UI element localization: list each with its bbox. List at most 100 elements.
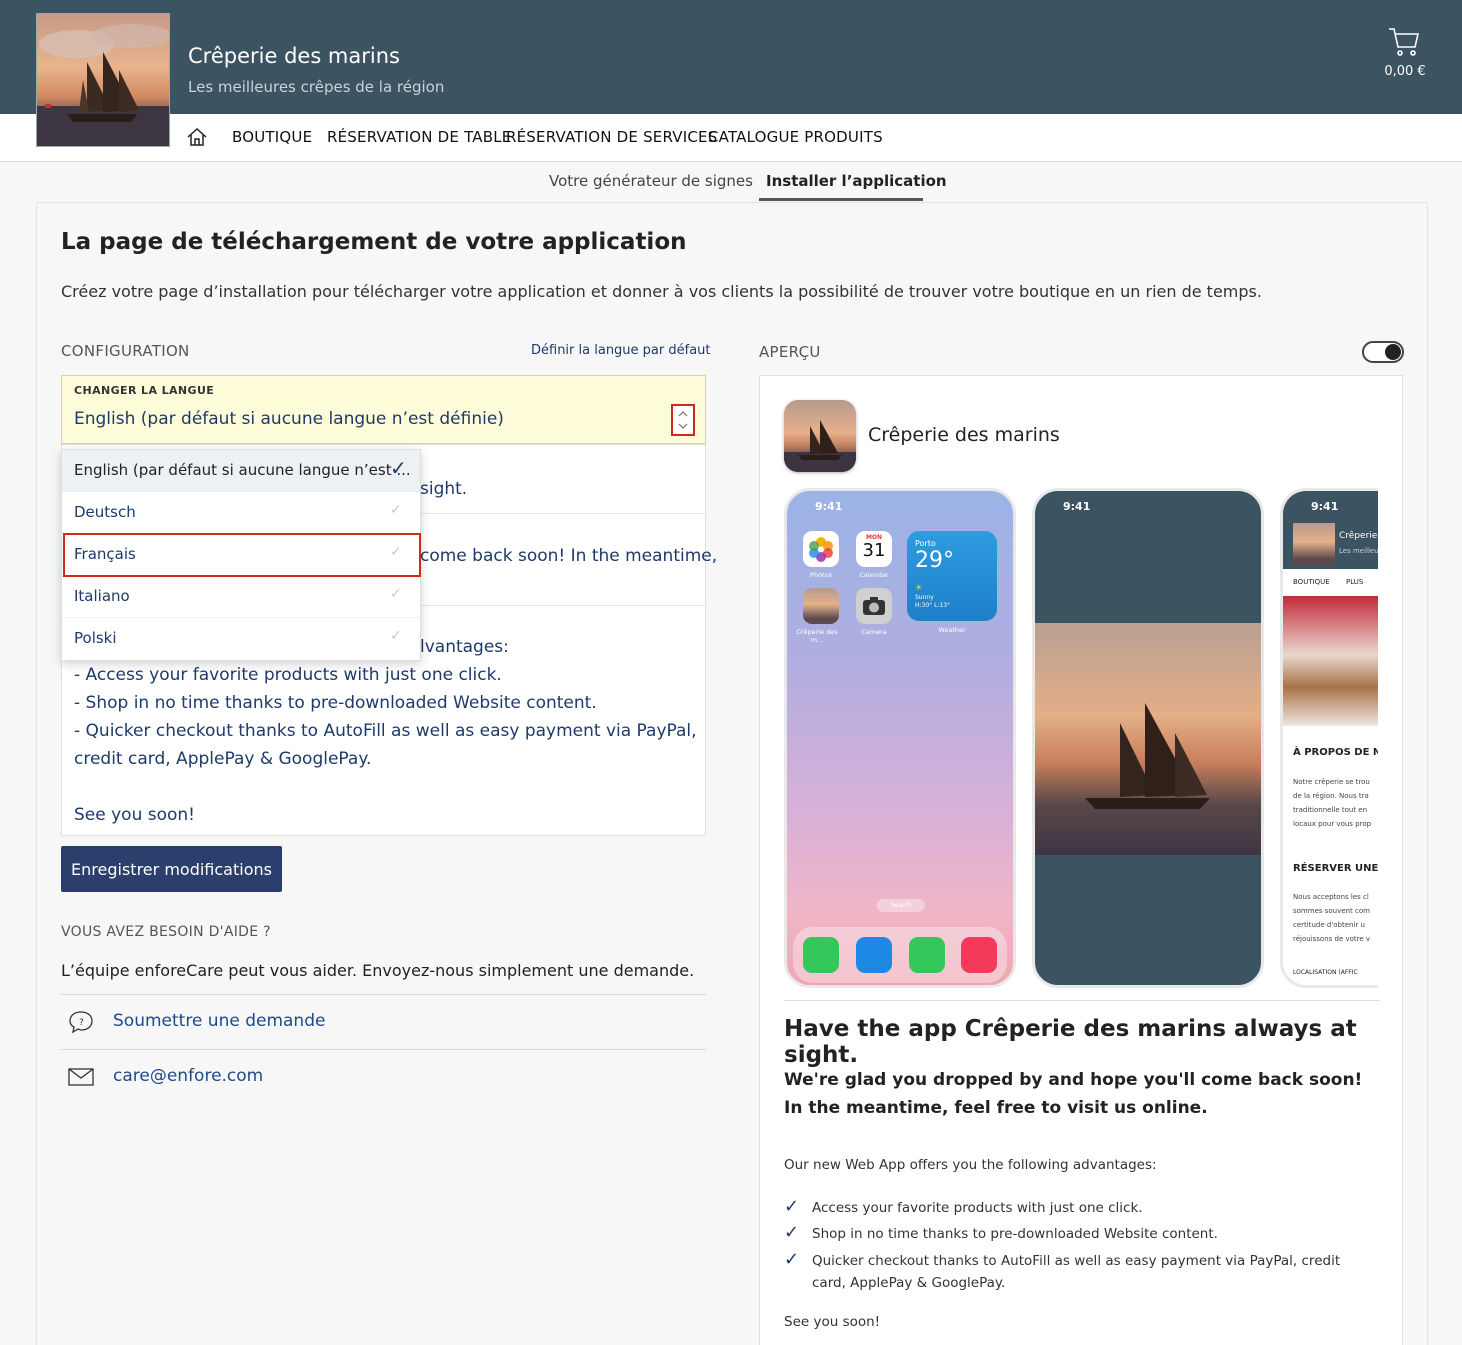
search-pill: Search: [877, 899, 925, 912]
web-text: de la région. Nous tra: [1293, 792, 1369, 800]
web-nav-boutique: BOUTIQUE: [1293, 578, 1330, 586]
preview-intro: Our new Web App offers you the following…: [784, 1157, 1157, 1173]
active-tab-indicator: [759, 198, 923, 201]
platform-toggle[interactable]: [1362, 341, 1404, 363]
calendar-day: 31: [862, 540, 886, 561]
check-icon: ✓: [390, 586, 402, 602]
weather-desc: Sunny: [915, 594, 934, 601]
nav-table-reservation[interactable]: RÉSERVATION DE TABLE: [327, 128, 511, 146]
weather-range: H:30° L:13°: [915, 602, 951, 609]
check-icon: ✓: [784, 1196, 800, 1217]
option-label: Polski: [74, 629, 117, 647]
text-line: sight.: [420, 479, 468, 499]
app-shortcut-icon: [803, 588, 839, 624]
apple-icon: [1385, 344, 1401, 360]
text-line: lvantages:: [420, 637, 509, 657]
weather-temp: 29°: [915, 548, 954, 573]
dock: [793, 927, 1007, 983]
cart-icon[interactable]: [1380, 26, 1428, 62]
web-text: Notre crêperie se trou: [1293, 778, 1370, 786]
weather-city: Porto: [915, 539, 936, 548]
calendar-label: Calendar: [859, 571, 889, 579]
photos-label: Photos: [810, 571, 832, 579]
web-logo: [1293, 523, 1335, 565]
preview-panel: Crêperie des marins 9:41 Photos MON 31 C…: [759, 375, 1403, 1345]
language-option-polski[interactable]: Polski ✓: [62, 618, 420, 660]
option-label: English (par défaut si aucune langue n’e…: [74, 461, 411, 479]
highlight-box: [63, 533, 421, 577]
check-icon: ✓: [390, 456, 407, 480]
nav-boutique[interactable]: BOUTIQUE: [232, 128, 312, 146]
language-option-english[interactable]: English (par défaut si aucune langue n’e…: [62, 450, 420, 492]
phone-splash-screen: 9:41: [1032, 488, 1264, 988]
text-line: credit card, ApplePay & GooglePay.: [74, 749, 372, 769]
language-option-deutsch[interactable]: Deutsch ✓: [62, 492, 420, 534]
preview-subheading: We're glad you dropped by and hope you'l…: [784, 1070, 1363, 1118]
shop-subtitle: Les meilleures crêpes de la région: [188, 78, 445, 96]
text-line: come back soon! In the meantime,: [420, 546, 718, 566]
camera-icon: [856, 588, 892, 624]
web-nav-plus: PLUS: [1346, 578, 1364, 586]
weather-label: Weather: [938, 626, 966, 634]
language-option-italiano[interactable]: Italiano ✓: [62, 576, 420, 618]
phone-home-screen: 9:41 Photos MON 31 Calendar Porto 29° ☀ …: [784, 488, 1016, 988]
check-icon: ✓: [784, 1222, 800, 1243]
top-bar: Crêperie des marins Les meilleures crêpe…: [0, 0, 1462, 114]
advantage-item: Access your favorite products with just …: [812, 1200, 1143, 1216]
main-nav: BOUTIQUE RÉSERVATION DE TABLE RÉSERVATIO…: [0, 114, 1462, 162]
language-select[interactable]: CHANGER LA LANGUE English (par défaut si…: [61, 375, 706, 444]
language-stepper[interactable]: [671, 404, 695, 436]
nav-service-reservation[interactable]: RÉSERVATION DE SERVICES: [506, 128, 717, 146]
config-label: CONFIGURATION: [61, 342, 190, 360]
messages-icon: [909, 937, 945, 973]
nav-product-catalog[interactable]: CATALOGUE PRODUITS: [708, 128, 883, 146]
save-button[interactable]: Enregistrer modifications: [61, 846, 282, 892]
set-default-language-link[interactable]: Définir la langue par défaut: [531, 343, 711, 358]
preview-clip: [1378, 476, 1402, 996]
web-text: traditionnelle tout en: [1293, 806, 1368, 814]
sun-icon: ☀: [915, 583, 923, 592]
status-time: 9:41: [1311, 500, 1339, 513]
divider: [61, 994, 706, 995]
check-icon: ✓: [390, 628, 402, 644]
cart-total[interactable]: 0,00 €: [1370, 64, 1440, 79]
shop-logo[interactable]: [36, 13, 170, 147]
shop-title[interactable]: Crêperie des marins: [188, 44, 400, 68]
tab-sign-generator[interactable]: Votre générateur de signes: [549, 172, 753, 190]
splash-image: [1035, 623, 1261, 855]
web-footer: LOCALISATION (AFFIC: [1293, 969, 1358, 976]
chevron-up-icon: [678, 411, 688, 417]
phone-icon: [803, 937, 839, 973]
check-icon: ✓: [390, 502, 402, 518]
preview-label: APERÇU: [759, 343, 821, 361]
web-text: Nous acceptons les cl: [1293, 893, 1369, 901]
text-line: - Quicker checkout thanks to AutoFill as…: [74, 721, 697, 741]
camera-label: Camera: [861, 628, 887, 636]
text-line: See you soon!: [74, 805, 196, 825]
divider: [61, 1049, 706, 1050]
email-link[interactable]: care@enfore.com: [113, 1066, 263, 1086]
status-time: 9:41: [815, 500, 843, 513]
text-line: - Shop in no time thanks to pre-download…: [74, 693, 597, 713]
language-select-value[interactable]: English (par défaut si aucune langue n’e…: [74, 409, 504, 429]
web-section-reserve: RÉSERVER UNE: [1293, 863, 1379, 874]
page-title: La page de téléchargement de votre appli…: [61, 229, 687, 255]
status-time: 9:41: [1063, 500, 1091, 513]
language-dropdown: English (par défaut si aucune langue n’e…: [61, 449, 421, 661]
svg-text:?: ?: [79, 1018, 84, 1028]
web-text: réjouissons de votre v: [1293, 935, 1371, 943]
tab-install-app[interactable]: Installer l’application: [766, 172, 947, 190]
preview-closing: See you soon!: [784, 1314, 881, 1330]
submit-request-link[interactable]: Soumettre une demande: [113, 1011, 325, 1031]
app-shortcut-label: Crêperie des m...: [796, 628, 838, 644]
web-text: certitude d'obtenir u: [1293, 921, 1365, 929]
weather-widget: Porto 29° ☀ Sunny H:30° L:13°: [907, 531, 997, 621]
divider: [784, 1000, 1380, 1001]
home-icon[interactable]: [186, 126, 208, 152]
help-label: VOUS AVEZ BESOIN D'AIDE ?: [61, 924, 271, 940]
app-icon: [784, 400, 856, 472]
option-label: Deutsch: [74, 503, 136, 521]
check-icon: ✓: [784, 1249, 800, 1270]
web-section-about: À PROPOS DE N: [1293, 747, 1382, 758]
web-subtitle: Les meilleu: [1339, 547, 1379, 555]
